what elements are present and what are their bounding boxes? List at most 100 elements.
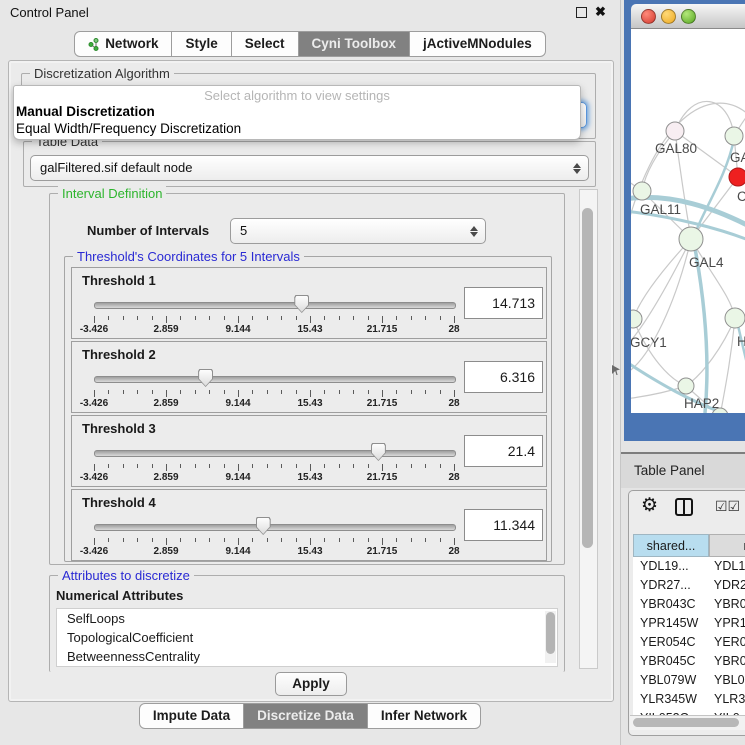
network-node-ga[interactable] bbox=[725, 127, 743, 145]
network-node-gcy1[interactable] bbox=[631, 310, 642, 328]
column-header-name[interactable]: n bbox=[709, 534, 745, 557]
numerical-attributes-list[interactable]: SelfLoopsTopologicalCoefficientBetweenne… bbox=[56, 608, 558, 667]
network-edge[interactable] bbox=[633, 239, 691, 319]
table-row[interactable]: YBR045CYBR0 bbox=[633, 652, 745, 671]
threshold-2-value-field[interactable]: 6.316 bbox=[464, 361, 543, 393]
option-manual-discretization[interactable]: Manual Discretization bbox=[16, 104, 155, 119]
list-scrollbar[interactable] bbox=[545, 611, 556, 663]
attribute-list-item[interactable]: TopologicalCoefficient bbox=[57, 628, 557, 647]
network-edge[interactable] bbox=[642, 131, 675, 191]
threshold-1-slider[interactable] bbox=[94, 293, 454, 315]
table-cell[interactable]: YBR043C bbox=[633, 595, 709, 614]
option-equal-width-frequency[interactable]: Equal Width/Frequency Discretization bbox=[16, 121, 241, 136]
close-icon[interactable]: ✖ bbox=[595, 4, 606, 20]
network-node-hap2[interactable] bbox=[678, 378, 694, 394]
column-header-shared-name[interactable]: shared... bbox=[633, 534, 709, 557]
control-panel-titlebar: Control Panel ✖ bbox=[0, 0, 620, 24]
tab-impute-data[interactable]: Impute Data bbox=[139, 703, 244, 729]
table-cell[interactable]: YBL0 bbox=[709, 671, 745, 690]
table-row[interactable]: YBR043CYBR0 bbox=[633, 595, 745, 614]
table-row[interactable]: YER054CYER0 bbox=[633, 633, 745, 652]
tab-infer-network[interactable]: Infer Network bbox=[368, 703, 481, 729]
network-node-label: C bbox=[737, 189, 745, 204]
attribute-list-item[interactable]: BetweennessCentrality bbox=[57, 647, 557, 666]
network-edge-highlighted[interactable] bbox=[737, 321, 745, 379]
network-node-gal4[interactable] bbox=[679, 227, 703, 251]
column-checkboxes-icon[interactable]: ☑☑ bbox=[715, 498, 740, 515]
threshold-3-slider[interactable] bbox=[94, 441, 454, 463]
network-node-gal11[interactable] bbox=[633, 182, 651, 200]
axis-tick-label: 2.859 bbox=[153, 398, 178, 409]
slider-thumb[interactable] bbox=[198, 369, 213, 387]
tab-cyni-toolbox[interactable]: Cyni Toolbox bbox=[299, 31, 411, 57]
table-cell[interactable]: YDL1 bbox=[709, 557, 745, 576]
table-cell[interactable]: YLR3 bbox=[709, 690, 745, 709]
split-view-icon[interactable] bbox=[675, 498, 693, 516]
network-edge[interactable] bbox=[720, 318, 735, 413]
network-edge[interactable] bbox=[691, 239, 735, 318]
threshold-1-value-field[interactable]: 14.713 bbox=[464, 287, 543, 319]
close-traffic-light[interactable] bbox=[641, 9, 656, 24]
threshold-4-slider[interactable] bbox=[94, 515, 454, 537]
tab-select[interactable]: Select bbox=[232, 31, 299, 57]
axis-tick-label: 21.715 bbox=[367, 324, 398, 335]
zoom-traffic-light[interactable] bbox=[681, 9, 696, 24]
table-cell[interactable]: YDR27... bbox=[633, 576, 709, 595]
table-cell[interactable]: YDL19... bbox=[633, 557, 709, 576]
table-row[interactable]: YBL079WYBL0 bbox=[633, 671, 745, 690]
number-of-intervals-combo[interactable]: 5 bbox=[230, 218, 486, 244]
scrollbar-thumb[interactable] bbox=[582, 208, 593, 548]
table-cell[interactable]: YDR2 bbox=[709, 576, 745, 595]
table-row[interactable]: YDR27...YDR2 bbox=[633, 576, 745, 595]
tab-style[interactable]: Style bbox=[172, 31, 231, 57]
axis-tick-label: 28 bbox=[448, 398, 459, 409]
axis-tick-label: 2.859 bbox=[153, 546, 178, 557]
panel-scrollbar[interactable] bbox=[579, 189, 598, 669]
table-cell[interactable]: YBR0 bbox=[709, 652, 745, 671]
network-edge[interactable] bbox=[631, 239, 691, 374]
attribute-list-item[interactable]: SelfLoops bbox=[57, 609, 557, 628]
network-window-titlebar[interactable] bbox=[631, 4, 745, 29]
network-node-c[interactable] bbox=[729, 168, 745, 186]
float-window-icon[interactable] bbox=[576, 7, 587, 18]
network-node-gal80[interactable] bbox=[666, 122, 684, 140]
tab-network[interactable]: Network bbox=[74, 31, 172, 57]
table-cell[interactable]: YLR345W bbox=[633, 690, 709, 709]
threshold-4-value-field[interactable]: 11.344 bbox=[464, 509, 543, 541]
axis-tick-label: 15.43 bbox=[297, 324, 322, 335]
table-row[interactable]: YDL19...YDL1 bbox=[633, 557, 745, 576]
combo-stepper-icon[interactable] bbox=[571, 156, 583, 180]
tab-discretize-data[interactable]: Discretize Data bbox=[244, 703, 368, 729]
table-cell[interactable]: YER0 bbox=[709, 633, 745, 652]
table-cell[interactable]: YPR1 bbox=[709, 614, 745, 633]
network-node-label: HAP2 bbox=[684, 396, 719, 411]
network-edge[interactable] bbox=[631, 239, 691, 347]
network-node-h[interactable] bbox=[725, 308, 745, 328]
table-data-combo[interactable]: galFiltered.sif default node bbox=[30, 155, 589, 181]
minimize-traffic-light[interactable] bbox=[661, 9, 676, 24]
threshold-3-value-field[interactable]: 21.4 bbox=[464, 435, 543, 467]
gear-icon[interactable]: ⚙ bbox=[641, 496, 658, 515]
table-horizontal-scrollbar[interactable] bbox=[630, 715, 745, 730]
algorithm-hint: Select algorithm to view settings bbox=[14, 88, 580, 103]
table-cell[interactable]: YBR045C bbox=[633, 652, 709, 671]
table-row[interactable]: YPR145WYPR1 bbox=[633, 614, 745, 633]
tab-jactivemnodules[interactable]: jActiveMNodules bbox=[410, 31, 546, 57]
interval-definition-group: Interval Definition Number of Intervals … bbox=[49, 193, 565, 565]
apply-button[interactable]: Apply bbox=[275, 672, 347, 696]
table-row[interactable]: YLR345WYLR3 bbox=[633, 690, 745, 709]
table-cell[interactable]: YBR0 bbox=[709, 595, 745, 614]
network-edge-highlighted[interactable] bbox=[694, 139, 734, 236]
slider-thumb[interactable] bbox=[256, 517, 271, 535]
network-view-window: GAL80GACGAL11GAL4GCY1HHAP2 bbox=[624, 0, 745, 441]
attributes-group-title: Attributes to discretize bbox=[58, 568, 194, 583]
table-cell[interactable]: YPR145W bbox=[633, 614, 709, 633]
scrollbar-thumb[interactable] bbox=[633, 718, 739, 727]
network-canvas[interactable]: GAL80GACGAL11GAL4GCY1HHAP2 bbox=[631, 29, 745, 413]
table-cell[interactable]: YBL079W bbox=[633, 671, 709, 690]
slider-thumb[interactable] bbox=[294, 295, 309, 313]
threshold-2-slider[interactable] bbox=[94, 367, 454, 389]
table-cell[interactable]: YER054C bbox=[633, 633, 709, 652]
slider-thumb[interactable] bbox=[371, 443, 386, 461]
combo-stepper-icon[interactable] bbox=[468, 219, 480, 243]
